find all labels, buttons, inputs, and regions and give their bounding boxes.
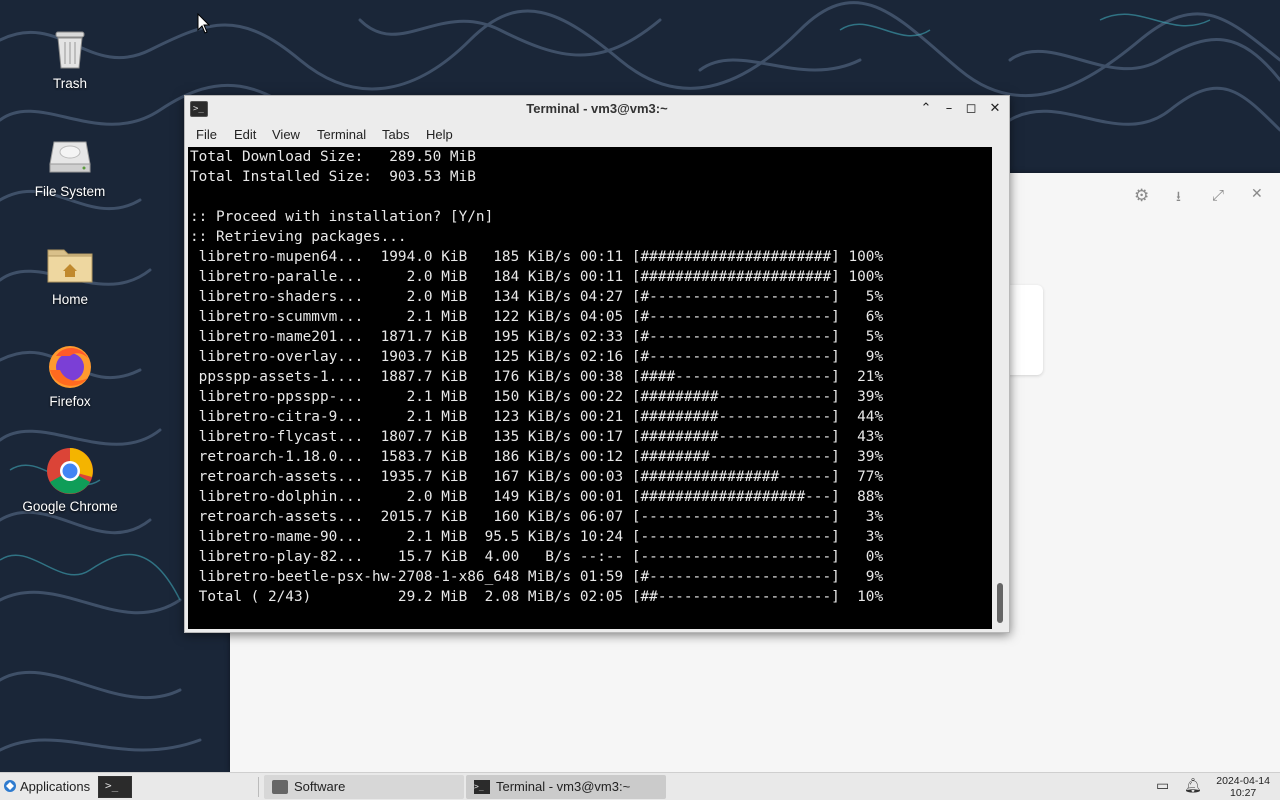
menu-help[interactable]: Help xyxy=(426,127,453,142)
terminal-output[interactable]: Total Download Size: 289.50 MiB Total Ins… xyxy=(188,147,992,629)
software-icon xyxy=(272,780,288,794)
menu-edit[interactable]: Edit xyxy=(234,127,256,142)
task-terminal[interactable]: >_ Terminal - vm3@vm3:~ xyxy=(466,775,666,799)
desktop-icon-label: File System xyxy=(34,184,106,199)
software-content-card xyxy=(1008,285,1043,375)
terminal-titlebar[interactable]: >_ Terminal - vm3@vm3:~ ⌃ – ◻ ✕ xyxy=(185,96,1009,122)
task-label: Terminal - vm3@vm3:~ xyxy=(496,779,631,794)
desktop-icon-label: Home xyxy=(51,292,88,307)
close-icon[interactable]: ✕ xyxy=(1251,186,1263,202)
scrollbar-thumb[interactable] xyxy=(997,583,1003,623)
terminal-scrollbar[interactable] xyxy=(993,147,1007,629)
desktop-icon-label: Firefox xyxy=(49,394,91,409)
task-software[interactable]: Software xyxy=(264,775,464,799)
terminal-line: :: Proceed with installation? [Y/n] xyxy=(190,209,494,225)
terminal-line: ppsspp-assets-1.... 1887.7 KiB 176 KiB/s… xyxy=(190,369,884,385)
trash-icon xyxy=(46,24,94,72)
terminal-line: retroarch-1.18.0... 1583.7 KiB 186 KiB/s… xyxy=(190,449,884,465)
terminal-line: libretro-play-82... 15.7 KiB 4.00 B/s --… xyxy=(190,549,884,565)
xfce-logo-icon xyxy=(4,780,16,792)
menu-terminal[interactable]: Terminal xyxy=(317,127,366,142)
terminal-window[interactable]: >_ Terminal - vm3@vm3:~ ⌃ – ◻ ✕ File Edi… xyxy=(184,95,1010,633)
terminal-line: libretro-ppsspp-... 2.1 MiB 150 KiB/s 00… xyxy=(190,389,884,405)
gear-icon[interactable]: ⚙ xyxy=(1134,186,1149,206)
task-label: Software xyxy=(294,779,346,794)
menu-tabs[interactable]: Tabs xyxy=(382,127,409,142)
desktop-icon-firefox[interactable]: Firefox xyxy=(15,342,125,409)
menu-file[interactable]: File xyxy=(196,127,217,142)
terminal-line: libretro-overlay... 1903.7 KiB 125 KiB/s… xyxy=(190,349,884,365)
drive-icon xyxy=(46,132,94,180)
mouse-cursor-icon xyxy=(197,13,211,34)
maximize-button[interactable]: ◻ xyxy=(961,99,981,119)
close-button[interactable]: ✕ xyxy=(985,99,1005,119)
desktop-icon-chrome[interactable]: Google Chrome xyxy=(15,447,125,514)
home-folder-icon xyxy=(46,240,94,288)
terminal-icon: >_ xyxy=(105,779,119,792)
terminal-line: retroarch-assets... 1935.7 KiB 167 KiB/s… xyxy=(190,469,884,485)
notification-bell-icon[interactable]: 🔔︎ xyxy=(1184,777,1202,794)
terminal-text: Total Download Size: 289.50 MiB Total Ins… xyxy=(190,147,883,607)
terminal-line: Total ( 2/43) 29.2 MiB 2.08 MiB/s 02:05 … xyxy=(190,589,884,605)
terminal-line: libretro-beetle-psx-hw-2708-1-x86_648 Mi… xyxy=(190,569,884,585)
terminal-line: libretro-mame-90... 2.1 MiB 95.5 KiB/s 1… xyxy=(190,529,884,545)
terminal-line: libretro-scummvm... 2.1 MiB 122 KiB/s 04… xyxy=(190,309,884,325)
terminal-line: libretro-flycast... 1807.7 KiB 135 KiB/s… xyxy=(190,429,884,445)
terminal-line: Total Installed Size: 903.53 MiB xyxy=(190,169,476,185)
clock[interactable]: 2024-04-14 10:27 xyxy=(1216,775,1270,799)
terminal-line: libretro-paralle... 2.0 MiB 184 KiB/s 00… xyxy=(190,269,884,285)
taskbar: Applications >_ Software >_ Terminal - v… xyxy=(0,772,1280,800)
terminal-line: libretro-dolphin... 2.0 MiB 149 KiB/s 00… xyxy=(190,489,884,505)
desktop-icon-file-system[interactable]: File System xyxy=(15,132,125,199)
terminal-line: libretro-shaders... 2.0 MiB 134 KiB/s 04… xyxy=(190,289,884,305)
applications-label: Applications xyxy=(20,779,91,794)
chrome-icon xyxy=(46,447,94,495)
window-title: Terminal - vm3@vm3:~ xyxy=(526,101,668,116)
desktop-icon-trash[interactable]: Trash xyxy=(15,24,125,91)
terminal-line: :: Retrieving packages... xyxy=(190,229,407,245)
taskbar-separator xyxy=(258,777,259,797)
terminal-icon: >_ xyxy=(474,780,490,794)
download-icon[interactable]: ⭳ xyxy=(1176,186,1181,210)
minimize-button[interactable]: – xyxy=(939,99,959,119)
terminal-line: libretro-mame201... 1871.7 KiB 195 KiB/s… xyxy=(190,329,884,345)
show-desktop-terminal-launcher[interactable]: >_ xyxy=(98,776,132,798)
firefox-icon xyxy=(46,342,94,390)
terminal-menubar: File Edit View Terminal Tabs Help xyxy=(185,123,1009,147)
terminal-line: Total Download Size: 289.50 MiB xyxy=(190,149,476,165)
clock-date: 2024-04-14 xyxy=(1216,775,1270,787)
desktop-icon-label: Trash xyxy=(52,76,87,91)
terminal-line: retroarch-assets... 2015.7 KiB 160 KiB/s… xyxy=(190,509,884,525)
clock-time: 10:27 xyxy=(1230,787,1257,799)
maximize-icon[interactable]: ⤢ xyxy=(1212,186,1224,204)
terminal-line: libretro-mupen64... 1994.0 KiB 185 KiB/s… xyxy=(190,249,884,265)
applications-menu-button[interactable]: Applications xyxy=(0,773,94,800)
desktop-icon-home[interactable]: Home xyxy=(15,240,125,307)
roll-up-button[interactable]: ⌃ xyxy=(916,99,936,119)
terminal-line: libretro-citra-9... 2.1 MiB 123 KiB/s 00… xyxy=(190,409,884,425)
desktop-icon-label: Google Chrome xyxy=(22,499,118,514)
menu-view[interactable]: View xyxy=(272,127,300,142)
battery-icon[interactable]: ▭ xyxy=(1156,777,1169,794)
